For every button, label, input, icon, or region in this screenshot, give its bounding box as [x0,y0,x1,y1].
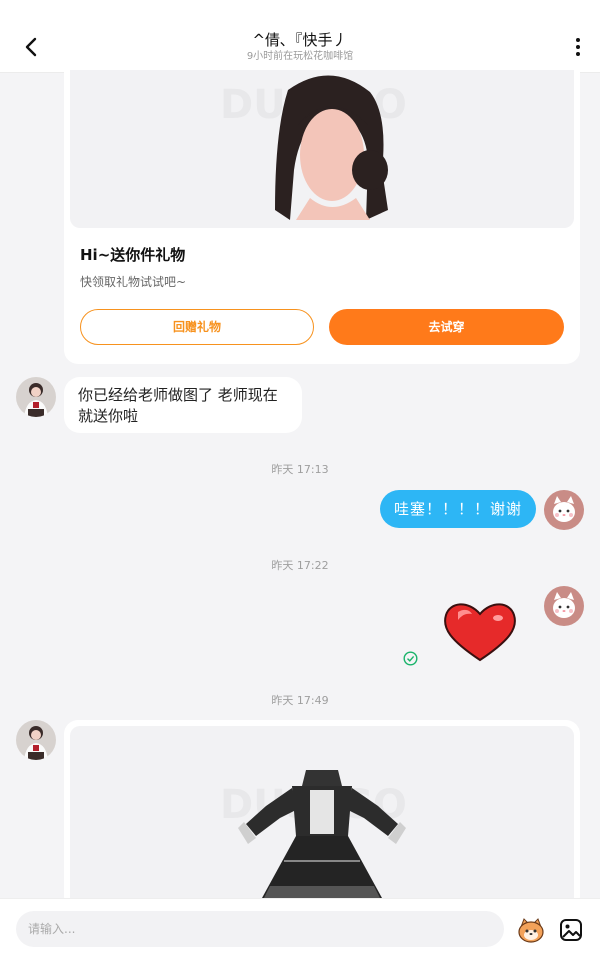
message-timestamp: 昨天 17:22 [271,559,329,572]
status-bar [0,0,600,22]
try-on-button[interactable]: 去试穿 [329,309,564,345]
message-input[interactable] [16,911,504,947]
contact-name: ^倩､『快手丿 [252,31,348,49]
sent-check-icon [403,651,418,666]
hair-item-image: DUS GO [220,75,407,220]
chat-title-area: ^倩､『快手丿 9小时前在玩松花咖啡馆 [150,30,450,64]
heart-sticker-icon [444,603,516,662]
incoming-message-bubble[interactable]: 你已经给老师做图了 老师现在就送你啦 [64,377,302,433]
message-timestamp: 昨天 17:13 [271,463,329,476]
emoji-button[interactable] [516,915,546,945]
gift-title: Hi~送你件礼物 [80,246,186,264]
contact-avatar-image [16,720,56,760]
message-timestamp: 昨天 17:49 [271,694,329,707]
chat-header: ^倩､『快手丿 9小时前在玩松花咖啡馆 [0,22,600,73]
message-input-bar [0,898,600,961]
image-icon [560,919,582,941]
contact-avatar[interactable] [16,720,56,760]
my-avatar[interactable] [544,490,584,530]
emoji-face-icon [518,918,544,943]
more-vertical-icon [576,38,580,56]
outgoing-message-bubble[interactable]: 哇塞！！！！谢谢 [380,490,536,528]
cat-avatar-image [544,586,584,626]
heart-sticker[interactable] [440,598,520,664]
gift-card[interactable]: DUS GO Hi~送你件礼物 快领取礼物试试吧~ 回赠礼物 去试穿 [64,70,580,364]
back-button[interactable] [16,34,46,60]
outfit-preview-image[interactable]: DUS GO [70,726,574,910]
cat-avatar-image [544,490,584,530]
contact-avatar-image [16,377,56,417]
more-button[interactable] [570,34,586,60]
gift-subtitle: 快领取礼物试试吧~ [80,275,187,289]
return-gift-button[interactable]: 回赠礼物 [80,309,314,345]
gift-preview-image[interactable]: DUS GO [70,70,574,228]
contact-status: 9小时前在玩松花咖啡馆 [246,51,354,62]
dress-item-image: DUS GO [220,770,407,902]
chevron-left-icon [25,37,37,57]
image-button[interactable] [558,917,584,943]
outfit-gift-card[interactable]: DUS GO [64,720,580,910]
contact-avatar[interactable] [16,377,56,417]
my-avatar[interactable] [544,586,584,626]
